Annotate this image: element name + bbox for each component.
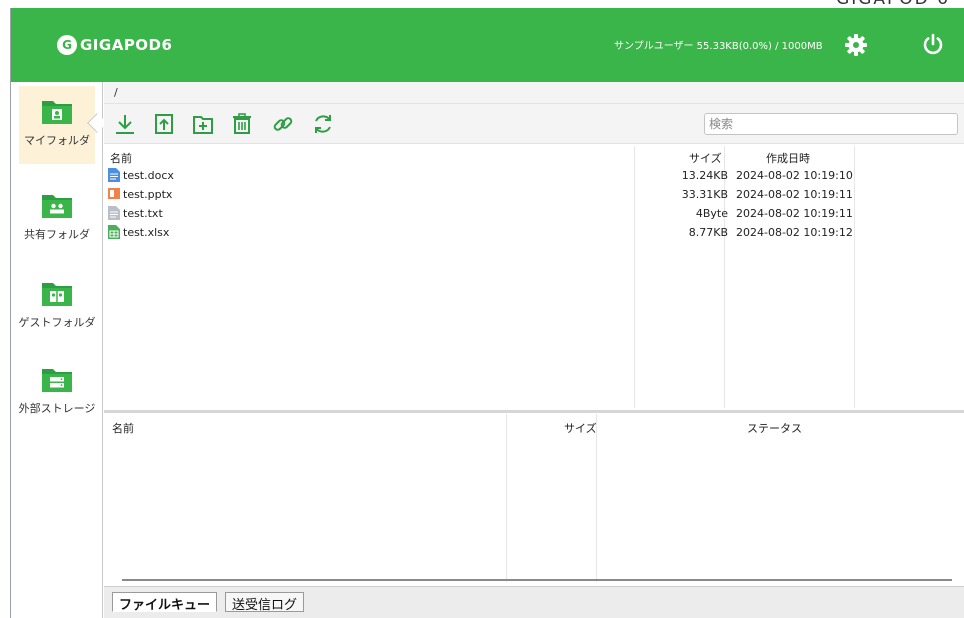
gear-icon[interactable] xyxy=(844,33,868,57)
queue-header-size[interactable]: サイズ xyxy=(564,420,597,436)
sidebar: マイフォルダ 共有フォルダ ゲストフォルダ 外部ストレージ xyxy=(11,82,107,618)
current-path[interactable]: / xyxy=(114,86,118,99)
file-created: 2024-08-02 10:19:11 xyxy=(736,207,853,220)
file-size: 13.24KB xyxy=(681,169,728,182)
link-icon[interactable] xyxy=(271,112,295,136)
main-panel: / 検索 名前 サイズ 作成日時 test.docx 13.24KB 2024-… xyxy=(104,82,964,618)
upload-icon[interactable] xyxy=(152,112,176,136)
file-size: 4Byte xyxy=(695,207,728,220)
column-header-size[interactable]: サイズ xyxy=(689,150,722,166)
refresh-icon[interactable] xyxy=(311,112,335,136)
new-folder-icon[interactable] xyxy=(191,112,215,136)
file-name: test.pptx xyxy=(123,187,173,201)
column-header-name[interactable]: 名前 xyxy=(110,150,132,166)
gigapod-logo[interactable]: G GIGAPOD6 xyxy=(57,33,172,57)
file-name-cell: test.xlsx xyxy=(108,225,169,239)
file-name: test.docx xyxy=(123,168,174,182)
window-title-text: GIGAPOD 6 xyxy=(836,0,950,8)
window-title-strip: GIGAPOD 6 xyxy=(0,0,964,8)
xlsx-file-icon xyxy=(108,225,120,239)
guest-folder-icon xyxy=(42,283,72,306)
file-size: 8.77KB xyxy=(688,226,728,239)
app-window: G GIGAPOD6 サンプルユーザー 55.33KB(0.0%) / 1000… xyxy=(10,8,964,618)
delete-icon[interactable] xyxy=(230,112,254,136)
table-row[interactable]: test.xlsx 8.77KB 2024-08-02 10:19:12 xyxy=(104,223,964,242)
user-quota-text: サンプルユーザー 55.33KB(0.0%) / 1000MB xyxy=(614,41,823,52)
table-row[interactable]: test.pptx 33.31KB 2024-08-02 10:19:11 xyxy=(104,185,964,204)
logo-mark-icon: G xyxy=(57,35,77,55)
file-name: test.txt xyxy=(123,206,163,220)
file-toolbar xyxy=(104,104,964,144)
download-icon[interactable] xyxy=(113,112,137,136)
app-header: G GIGAPOD6 サンプルユーザー 55.33KB(0.0%) / 1000… xyxy=(11,8,964,82)
file-created: 2024-08-02 10:19:12 xyxy=(736,226,853,239)
table-row[interactable]: test.txt 4Byte 2024-08-02 10:19:11 xyxy=(104,204,964,223)
file-table: 名前 サイズ 作成日時 test.docx 13.24KB 2024-08-02… xyxy=(104,146,964,408)
panel-splitter[interactable] xyxy=(104,410,964,413)
sidebar-item-external-storage[interactable]: 外部ストレージ xyxy=(19,354,95,432)
search-input[interactable] xyxy=(704,113,958,135)
column-divider xyxy=(506,414,507,582)
external-storage-icon xyxy=(42,369,72,392)
txt-file-icon xyxy=(108,206,120,220)
logo-text: GIGAPOD6 xyxy=(80,36,173,54)
my-folder-icon xyxy=(42,101,72,124)
file-name: test.xlsx xyxy=(123,225,170,239)
breadcrumb: / xyxy=(104,82,964,104)
power-icon[interactable] xyxy=(921,32,945,56)
tab-transfer-log[interactable]: 送受信ログ xyxy=(225,592,305,613)
file-name-cell: test.pptx xyxy=(108,187,172,201)
horizontal-scrollbar[interactable] xyxy=(122,579,952,581)
shared-folder-icon xyxy=(42,195,72,218)
file-name-cell: test.docx xyxy=(108,168,174,182)
sidebar-item-label: 外部ストレージ xyxy=(18,402,96,415)
tab-file-queue[interactable]: ファイルキュー xyxy=(112,592,218,613)
sidebar-item-label: マイフォルダ xyxy=(24,134,90,147)
sidebar-item-shared-folder[interactable]: 共有フォルダ xyxy=(19,180,95,258)
queue-header-name[interactable]: 名前 xyxy=(112,420,134,436)
column-divider xyxy=(596,414,597,582)
sidebar-item-my-folder[interactable]: マイフォルダ xyxy=(19,86,95,164)
file-name-cell: test.txt xyxy=(108,206,163,220)
queue-header-status[interactable]: ステータス xyxy=(747,420,802,436)
bottom-tab-bar: ファイルキュー 送受信ログ xyxy=(104,586,964,618)
column-header-created[interactable]: 作成日時 xyxy=(766,150,810,166)
file-created: 2024-08-02 10:19:11 xyxy=(736,188,853,201)
transfer-queue-table: 名前 サイズ ステータス xyxy=(104,414,964,582)
table-row[interactable]: test.docx 13.24KB 2024-08-02 10:19:10 xyxy=(104,166,964,185)
sidebar-item-label: 共有フォルダ xyxy=(24,228,90,241)
pptx-file-icon xyxy=(108,188,120,199)
sidebar-item-guest-folder[interactable]: ゲストフォルダ xyxy=(18,268,96,346)
sidebar-item-label: ゲストフォルダ xyxy=(18,316,96,329)
file-created: 2024-08-02 10:19:10 xyxy=(736,169,853,182)
docx-file-icon xyxy=(108,168,120,182)
file-size: 33.31KB xyxy=(681,188,728,201)
